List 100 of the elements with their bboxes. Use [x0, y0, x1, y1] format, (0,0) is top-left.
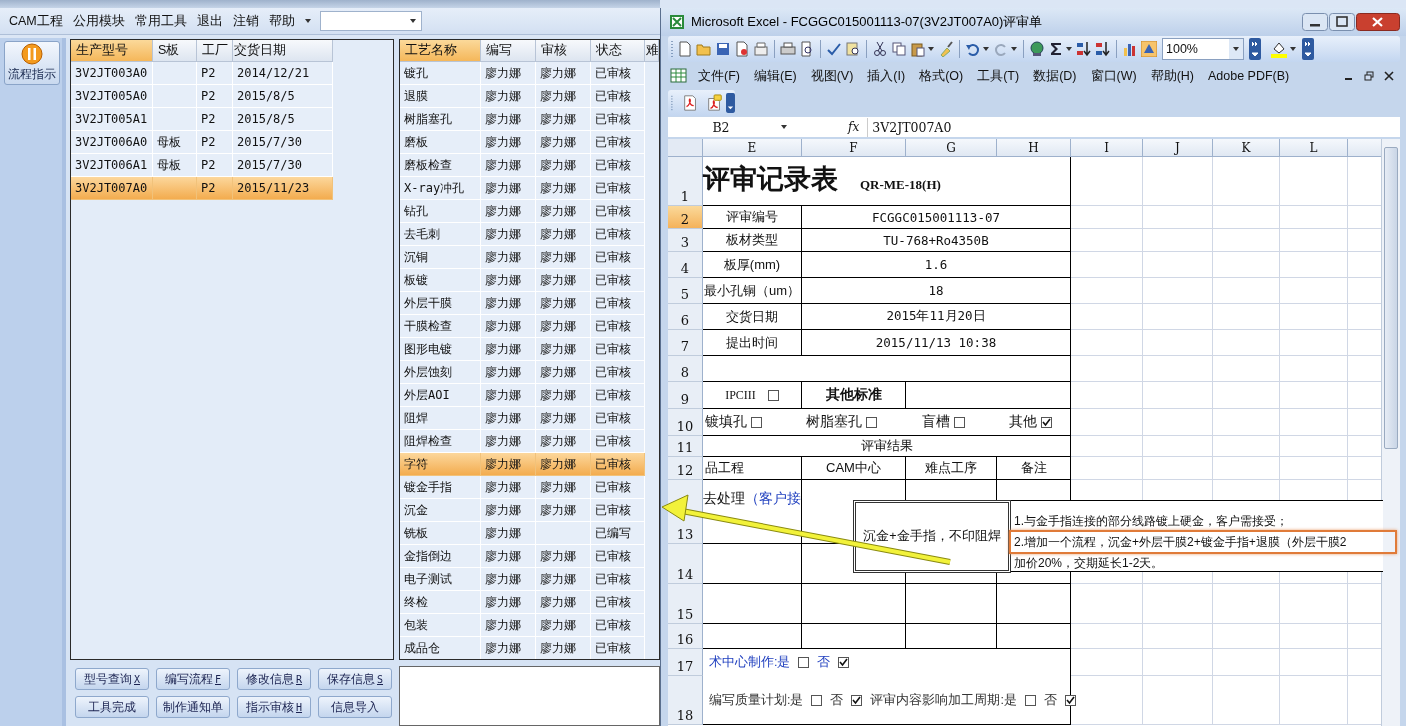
menu-item[interactable]: 编辑(E) — [746, 67, 804, 85]
row-header[interactable]: 12 — [668, 457, 703, 480]
menu-item[interactable]: 窗口(W) — [1083, 67, 1144, 85]
menu-item[interactable]: 常用工具 — [129, 12, 192, 30]
column-header[interactable]: 交货日期 — [233, 40, 333, 62]
menu-item[interactable]: 文件(F) — [688, 67, 747, 85]
minimize-button[interactable] — [1302, 13, 1328, 31]
undo-icon[interactable] — [965, 41, 981, 57]
row-header[interactable]: 15 — [668, 584, 703, 624]
menu-item[interactable]: 插入(I) — [860, 67, 913, 85]
flow-button[interactable]: 流程指示 — [4, 41, 60, 85]
new-file-icon[interactable] — [677, 41, 693, 57]
row-header[interactable]: 16 — [668, 624, 703, 649]
caret-icon[interactable] — [1065, 45, 1073, 53]
table-row[interactable]: 字符 廖力娜 廖力娜 已审核 — [400, 453, 659, 476]
table-row[interactable]: 3V2JT005A0 P2 2015/8/5 — [71, 85, 393, 108]
checkbox[interactable] — [838, 657, 850, 668]
row-header[interactable]: 6 — [668, 304, 703, 330]
scroll-thumb[interactable] — [1384, 147, 1398, 449]
action-button[interactable]: 指示审核 H — [237, 696, 311, 718]
row-header[interactable]: 8 — [668, 356, 703, 382]
save-icon[interactable] — [715, 41, 731, 57]
column-header[interactable]: L — [1280, 139, 1348, 157]
action-button[interactable]: 修改信息 R — [237, 668, 311, 690]
worksheet-icon[interactable] — [670, 68, 688, 84]
action-button[interactable]: 编写流程 F — [156, 668, 230, 690]
column-header[interactable]: J — [1143, 139, 1213, 157]
toolbar-options-icon[interactable] — [726, 92, 735, 114]
table-row[interactable]: 终检 廖力娜 廖力娜 已审核 — [400, 591, 659, 614]
caret-icon[interactable] — [1289, 45, 1297, 53]
checkbox[interactable] — [751, 416, 762, 428]
sort-descending-icon[interactable] — [1095, 41, 1111, 57]
action-button[interactable]: 保存信息 S — [318, 668, 392, 690]
table-row[interactable]: 外层AOI 廖力娜 廖力娜 已审核 — [400, 384, 659, 407]
menu-item[interactable]: 退出 — [191, 12, 228, 30]
checkbox[interactable] — [866, 416, 878, 428]
row-header[interactable]: 4 — [668, 252, 703, 278]
close-button[interactable] — [1356, 13, 1400, 31]
checkbox[interactable] — [1024, 694, 1036, 706]
notes-field[interactable] — [399, 666, 660, 726]
globe-icon[interactable] — [1029, 41, 1045, 57]
row-header[interactable]: 7 — [668, 330, 703, 356]
table-row[interactable]: 磨板 廖力娜 廖力娜 已审核 — [400, 131, 659, 154]
pdf-comment-icon[interactable] — [705, 94, 722, 112]
table-row[interactable]: 磨板检查 廖力娜 廖力娜 已审核 — [400, 154, 659, 177]
table-row[interactable]: 3V2JT003A0 P2 2014/12/21 — [71, 62, 393, 85]
table-row[interactable]: 图形电镀 廖力娜 廖力娜 已审核 — [400, 338, 659, 361]
caret-icon[interactable] — [303, 17, 312, 25]
sum-icon[interactable] — [1048, 41, 1064, 57]
table-row[interactable]: 树脂塞孔 廖力娜 廖力娜 已审核 — [400, 108, 659, 131]
table-row[interactable]: 板镀 廖力娜 廖力娜 已审核 — [400, 269, 659, 292]
checkbox[interactable] — [811, 694, 823, 706]
zoom-field[interactable]: 100% — [1162, 38, 1244, 60]
menu-item[interactable]: CAM工程 — [4, 12, 68, 30]
action-button[interactable]: 信息导入 — [318, 696, 392, 718]
column-header[interactable]: 工艺名称 — [400, 40, 481, 62]
research-icon[interactable] — [845, 41, 861, 57]
row-header[interactable]: 18 — [668, 676, 703, 725]
formula-field[interactable]: 3V2JT007A0 — [867, 117, 1400, 137]
maximize-button[interactable] — [1329, 13, 1355, 31]
column-header[interactable]: E — [703, 139, 802, 157]
column-header[interactable]: F — [802, 139, 906, 157]
print-icon[interactable] — [780, 41, 796, 57]
sort-ascending-icon[interactable] — [1076, 41, 1092, 57]
table-row[interactable]: 铣板 廖力娜 已编写 — [400, 522, 659, 545]
checkbox[interactable] — [953, 416, 965, 428]
menu-item[interactable]: 注销 — [227, 12, 264, 30]
chart-icon[interactable] — [1122, 41, 1138, 57]
permission-icon[interactable] — [734, 41, 750, 57]
row-header[interactable]: 1 — [668, 157, 703, 206]
toolbar-options-icon[interactable] — [1302, 38, 1314, 60]
column-header[interactable]: G — [906, 139, 997, 157]
pdf-icon[interactable] — [681, 94, 698, 112]
name-box[interactable]: B2 — [668, 117, 774, 137]
menu-item[interactable]: 格式(O) — [912, 67, 971, 85]
row-header[interactable]: 14 — [668, 544, 703, 584]
print-preview-icon[interactable] — [799, 41, 815, 57]
action-button[interactable]: 工具完成 — [75, 696, 149, 718]
table-row[interactable]: 镀孔 廖力娜 廖力娜 已审核 — [400, 62, 659, 85]
row-header[interactable]: 3 — [668, 229, 703, 252]
table-row[interactable]: 钻孔 廖力娜 廖力娜 已审核 — [400, 200, 659, 223]
column-header[interactable]: 难 — [645, 40, 659, 62]
column-header[interactable]: K — [1213, 139, 1280, 157]
column-header[interactable]: 状态 — [591, 40, 645, 62]
column-header[interactable]: S板 — [153, 40, 197, 62]
table-row[interactable]: 3V2JT006A1 母板 P2 2015/7/30 — [71, 154, 393, 177]
caret-icon[interactable] — [780, 123, 788, 131]
close-icon[interactable] — [1384, 71, 1394, 81]
table-row[interactable]: 镀金手指 廖力娜 廖力娜 已审核 — [400, 476, 659, 499]
grip-icon[interactable] — [671, 94, 674, 112]
grip-icon[interactable] — [671, 40, 674, 58]
table-row[interactable]: 沉金 廖力娜 廖力娜 已审核 — [400, 499, 659, 522]
row-header[interactable]: 11 — [668, 436, 703, 457]
column-header[interactable]: 生产型号 — [71, 40, 153, 62]
column-header[interactable]: 编写 — [481, 40, 536, 62]
table-row[interactable]: 去毛刺 廖力娜 廖力娜 已审核 — [400, 223, 659, 246]
checkbox[interactable] — [1041, 416, 1052, 428]
caret-icon[interactable] — [982, 45, 990, 53]
paste-icon[interactable] — [910, 41, 926, 57]
fill-color-icon[interactable] — [1270, 40, 1288, 58]
